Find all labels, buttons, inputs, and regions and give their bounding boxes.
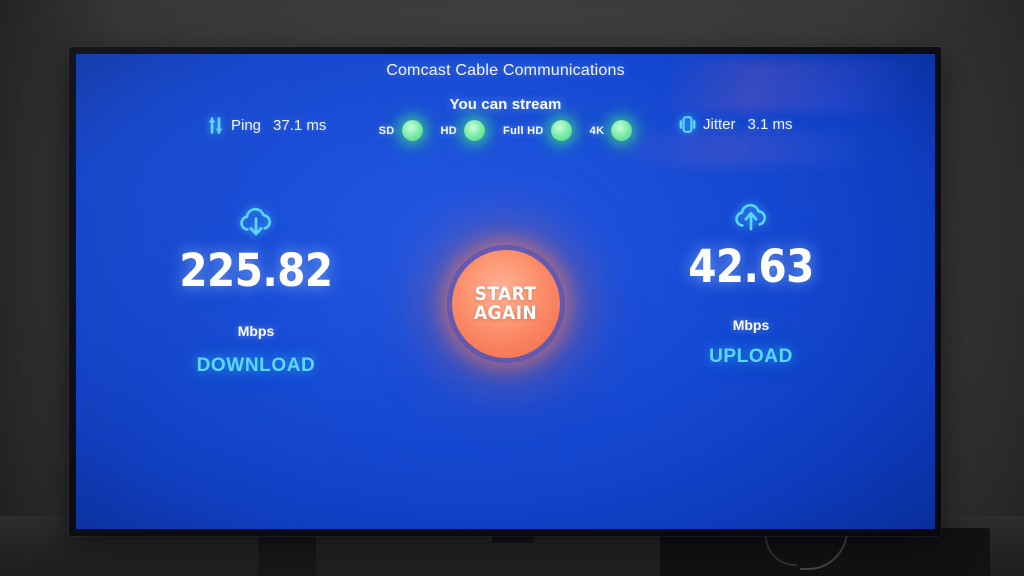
download-panel: 225.82 Mbps DOWNLOAD (126, 204, 386, 377)
stream-label-4k: 4K (589, 124, 605, 137)
stream-label-sd: SD (378, 124, 395, 137)
start-again-line-2: AGAIN (473, 302, 538, 324)
television: Comcast Cable Communications Ping 37.1 m… (69, 47, 941, 536)
upload-panel: 42.63 Mbps UPLOAD (621, 200, 881, 368)
cloud-download-icon (126, 204, 386, 240)
room-scene: Comcast Cable Communications Ping 37.1 m… (0, 0, 1024, 576)
start-again-button[interactable]: START AGAIN (451, 250, 560, 358)
download-unit: Mbps (237, 323, 275, 339)
download-label: DOWNLOAD (196, 355, 316, 376)
stream-status-dot-hd (464, 120, 486, 141)
stream-label-full-hd: Full HD (503, 124, 544, 137)
stream-quality-row: SD HD Full HD 4K (76, 120, 935, 141)
upload-unit: Mbps (732, 317, 770, 333)
upload-value: 42.63 (688, 240, 814, 293)
stream-status-dot-full-hd (550, 120, 572, 141)
stream-status-dot-4k (611, 120, 633, 141)
stream-heading: You can stream (449, 96, 562, 113)
upload-label: UPLOAD (709, 346, 793, 367)
stream-status-dot-sd (401, 120, 423, 141)
cloud-upload-icon (621, 200, 881, 236)
download-value: 225.82 (179, 244, 333, 297)
tv-screen: Comcast Cable Communications Ping 37.1 m… (76, 54, 935, 529)
stream-item-hd: HD (441, 120, 486, 141)
isp-title: Comcast Cable Communications (386, 62, 625, 79)
stream-item-full-hd: Full HD (503, 120, 572, 141)
stream-item-4k: 4K (590, 120, 633, 141)
stream-item-sd: SD (379, 120, 423, 141)
chair-back (258, 530, 316, 576)
stream-label-hd: HD (440, 124, 458, 137)
